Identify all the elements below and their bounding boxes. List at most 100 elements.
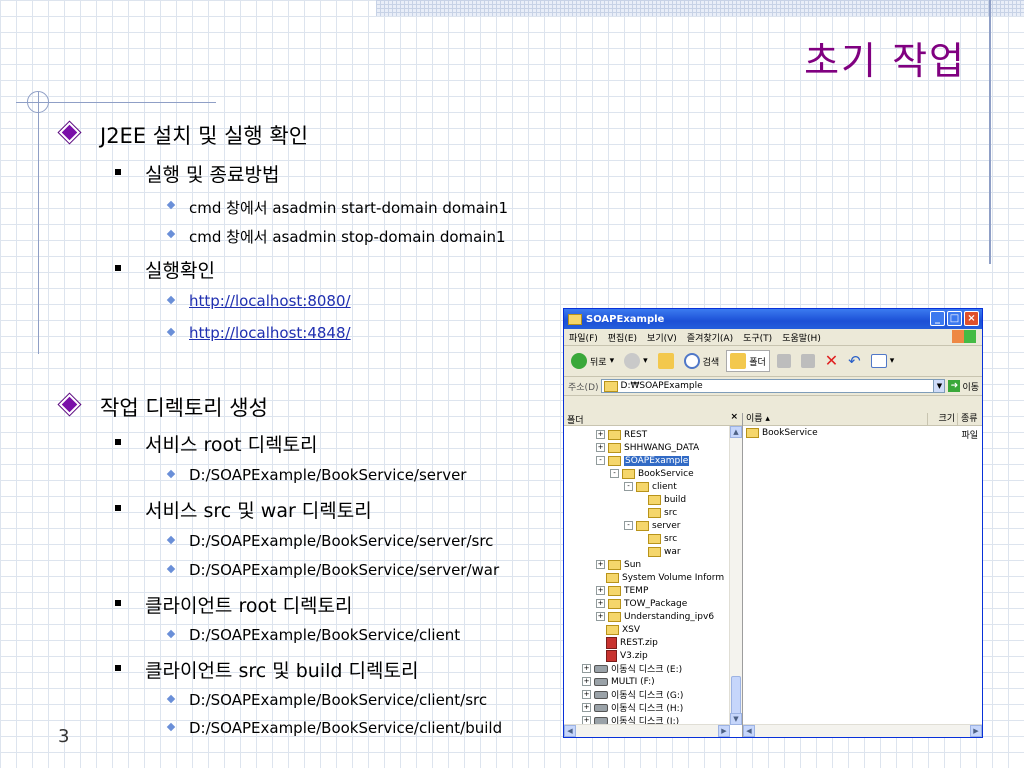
search-button[interactable]: 검색 (681, 351, 723, 371)
tree-item[interactable]: + TEMP (596, 584, 648, 597)
tree-item-label: TOW_Package (624, 598, 688, 609)
tree-item[interactable]: System Volume Inform (596, 571, 724, 584)
scroll-up-button[interactable]: ▲ (730, 426, 742, 438)
tree-item[interactable]: + 이동식 디스크 (H:) (582, 701, 683, 714)
address-dropdown-button[interactable]: ▼ (933, 379, 946, 393)
menu-view[interactable]: 보기(V) (642, 331, 682, 344)
maximize-button[interactable]: □ (947, 311, 962, 326)
right-decoration-line (989, 0, 991, 264)
menu-help[interactable]: 도움말(H) (777, 331, 826, 344)
square-bullet-icon (115, 505, 121, 511)
tree-item-label: Understanding_ipv6 (624, 611, 715, 622)
scroll-down-button[interactable]: ▼ (730, 713, 742, 725)
diamond-bullet-icon (166, 200, 176, 210)
scroll-left-button[interactable]: ◀ (743, 725, 755, 737)
folders-button[interactable]: 폴더 (726, 350, 770, 372)
collapse-icon[interactable]: - (624, 521, 633, 530)
delete-button[interactable]: ✕ (822, 351, 841, 371)
tree-item[interactable]: war (638, 545, 681, 558)
folder-icon (606, 572, 619, 583)
diamond-bullet-icon (58, 121, 81, 144)
slide-title: 초기 작업 (804, 39, 966, 83)
forward-button[interactable]: ▾ (621, 351, 651, 371)
tree-item[interactable]: XSV (596, 623, 640, 636)
collapse-icon[interactable]: - (610, 469, 619, 478)
tree-item[interactable]: + SHHWANG_DATA (596, 441, 699, 454)
square-bullet-icon (115, 169, 121, 175)
zip-file-icon (606, 636, 617, 649)
scroll-right-button[interactable]: ▶ (970, 725, 982, 737)
tree-item[interactable]: + 이동식 디스크 (E:) (582, 662, 682, 675)
column-name[interactable]: 이름 ▴ (743, 413, 928, 425)
expand-icon[interactable]: + (596, 443, 605, 452)
tree-item[interactable]: src (638, 532, 677, 545)
expand-icon[interactable]: + (596, 560, 605, 569)
address-field[interactable]: D:₩SOAPExample (600, 379, 935, 393)
tree-item[interactable]: src (638, 506, 677, 519)
close-pane-icon[interactable]: × (730, 412, 738, 422)
expand-icon[interactable]: + (596, 612, 605, 621)
tree-horizontal-scrollbar[interactable]: ◀ ▶ (564, 724, 730, 737)
collapse-icon[interactable]: - (624, 482, 633, 491)
list-horizontal-scrollbar[interactable]: ◀ ▶ (743, 724, 982, 737)
minimize-button[interactable]: _ (930, 311, 945, 326)
window-titlebar[interactable]: SOAPExample _ □ × (564, 309, 982, 329)
tree-item[interactable]: REST.zip (596, 636, 658, 649)
expand-icon[interactable]: + (582, 664, 591, 673)
tree-item[interactable]: build (638, 493, 686, 506)
folder-icon (636, 481, 649, 492)
tree-item[interactable]: - server (624, 519, 681, 532)
localhost-4848-link[interactable]: http://localhost:4848/ (189, 324, 351, 342)
expand-icon[interactable]: + (582, 690, 591, 699)
diamond-bullet-icon (166, 229, 176, 239)
copy-to-button[interactable] (798, 352, 818, 370)
delete-x-icon: ✕ (824, 351, 839, 370)
column-size[interactable]: 크기 (928, 413, 958, 425)
go-button[interactable]: ➜ 이동 (948, 380, 979, 393)
dropdown-arrow-icon: ▾ (609, 356, 615, 366)
tree-item[interactable]: + MULTI (F:) (582, 675, 655, 688)
expand-icon[interactable]: + (596, 430, 605, 439)
expand-icon[interactable]: + (582, 677, 591, 686)
square-bullet-icon (115, 439, 121, 445)
views-button[interactable]: ▾ (868, 352, 898, 370)
expand-icon[interactable]: + (596, 586, 605, 595)
diamond-bullet-icon (166, 535, 176, 545)
move-to-button[interactable] (774, 352, 794, 370)
tree-item[interactable]: V3.zip (596, 649, 648, 662)
tree-item[interactable]: - SOAPExample (596, 454, 690, 467)
menu-edit[interactable]: 편집(E) (603, 331, 642, 344)
expand-icon[interactable]: + (596, 599, 605, 608)
tree-vertical-scrollbar[interactable]: ▲ ▼ (729, 426, 742, 725)
tree-item[interactable]: - client (624, 480, 677, 493)
tree-item[interactable]: + Sun (596, 558, 641, 571)
collapse-icon[interactable]: - (596, 456, 605, 465)
undo-button[interactable]: ↶ (845, 350, 864, 372)
tree-item[interactable]: + TOW_Package (596, 597, 687, 610)
scroll-right-button[interactable]: ▶ (718, 725, 730, 737)
tree-item[interactable]: - BookService (610, 467, 694, 480)
menu-tools[interactable]: 도구(T) (738, 331, 777, 344)
tree-item-label: REST (624, 429, 648, 440)
tree-item-label: war (664, 546, 681, 557)
localhost-8080-link[interactable]: http://localhost:8080/ (189, 292, 351, 310)
menu-file[interactable]: 파일(F) (564, 331, 603, 344)
tree-item-label: REST.zip (620, 637, 658, 648)
tree-item[interactable]: + 이동식 디스크 (G:) (582, 688, 683, 701)
outline-item: http://localhost:4848/ (166, 324, 351, 342)
tree-item[interactable]: + Understanding_ipv6 (596, 610, 714, 623)
scroll-left-button[interactable]: ◀ (564, 725, 576, 737)
tree-item[interactable]: + REST (596, 428, 647, 441)
expand-icon[interactable]: + (582, 703, 591, 712)
up-folder-button[interactable] (655, 351, 677, 371)
folder-icon (608, 585, 621, 596)
column-type[interactable]: 종류 (958, 413, 982, 425)
close-button[interactable]: × (964, 311, 979, 326)
tree-item-label: 이동식 디스크 (H:) (611, 704, 684, 714)
menu-favorites[interactable]: 즐겨찾기(A) (682, 331, 738, 344)
folder-icon (608, 611, 621, 622)
folders-icon (730, 353, 747, 369)
back-button[interactable]: 뒤로 ▾ (568, 351, 617, 371)
list-item[interactable]: BookService (746, 428, 818, 438)
tree-item-label: SHHWANG_DATA (624, 442, 700, 453)
